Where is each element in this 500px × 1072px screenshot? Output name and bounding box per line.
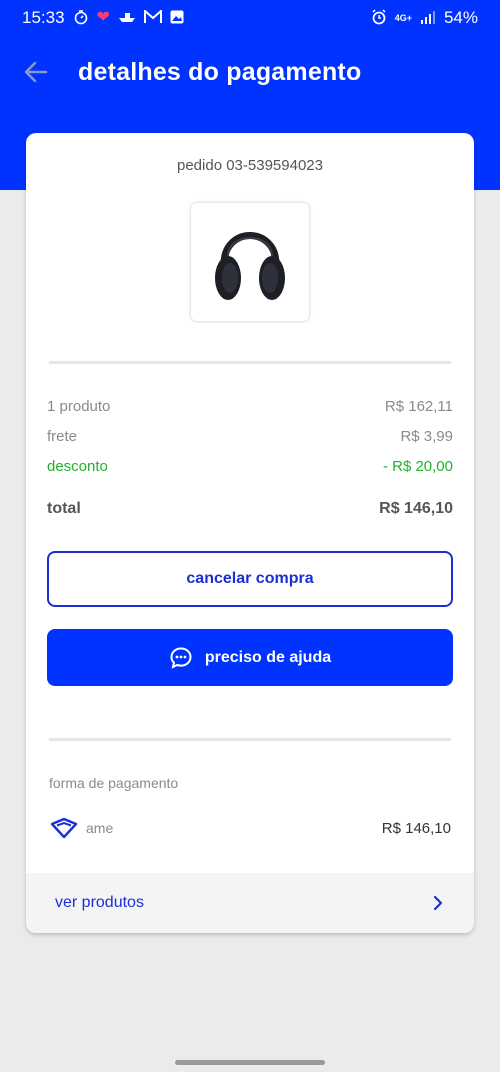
discount-label: desconto bbox=[47, 458, 108, 475]
arrow-left-icon bbox=[24, 61, 48, 83]
products-label: 1 produto bbox=[47, 398, 111, 415]
products-row: 1 produto R$ 162,11 bbox=[47, 398, 453, 415]
total-label: total bbox=[47, 500, 81, 517]
gallery-icon bbox=[170, 10, 184, 26]
discount-row: desconto - R$ 20,00 bbox=[47, 458, 453, 475]
headphones-icon bbox=[215, 232, 285, 300]
payment-section-label: forma de pagamento bbox=[49, 775, 179, 791]
status-bar: 15:33 ❤ 4G+ 54% bbox=[0, 0, 500, 36]
need-help-button[interactable]: preciso de ajuda bbox=[47, 629, 453, 686]
ame-logo-icon bbox=[50, 817, 78, 839]
boat-icon bbox=[118, 11, 136, 25]
shipping-row: frete R$ 3,99 bbox=[47, 428, 453, 445]
total-row: total R$ 146,10 bbox=[47, 500, 453, 518]
payment-method-row: ame R$ 146,10 bbox=[50, 817, 451, 839]
order-details-card: pedido 03-539594023 1 produto R$ 162,11 … bbox=[26, 133, 474, 933]
discount-value: - R$ 20,00 bbox=[382, 458, 453, 475]
alarm-icon bbox=[371, 9, 387, 27]
cancel-purchase-button[interactable]: cancelar compra bbox=[47, 551, 453, 607]
cancel-purchase-label: cancelar compra bbox=[186, 570, 314, 587]
divider bbox=[49, 738, 451, 741]
network-type-icon: 4G+ bbox=[394, 12, 412, 23]
signal-icon bbox=[420, 10, 436, 26]
order-id: pedido 03-539594023 bbox=[177, 157, 323, 174]
chevron-right-icon bbox=[433, 895, 443, 911]
chat-bubble-icon bbox=[170, 646, 192, 669]
divider bbox=[49, 361, 451, 364]
payment-method-name: ame bbox=[86, 820, 114, 836]
back-button[interactable] bbox=[22, 58, 52, 86]
gmail-icon bbox=[143, 8, 162, 26]
battery-level: 54% bbox=[443, 8, 478, 27]
shipping-label: frete bbox=[47, 428, 78, 445]
products-value: R$ 162,11 bbox=[384, 398, 453, 415]
timer-icon bbox=[73, 9, 89, 27]
heart-icon: ❤ bbox=[96, 9, 110, 26]
total-value: R$ 146,10 bbox=[379, 500, 453, 517]
product-image[interactable] bbox=[191, 203, 309, 321]
shipping-value: R$ 3,99 bbox=[400, 428, 453, 445]
payment-amount: R$ 146,10 bbox=[381, 819, 451, 837]
view-products-label: ver produtos bbox=[55, 894, 144, 911]
page-title: detalhes do pagamento bbox=[78, 58, 362, 86]
home-indicator[interactable] bbox=[175, 1060, 325, 1065]
status-time: 15:33 bbox=[22, 8, 65, 27]
view-products-button[interactable]: ver produtos bbox=[26, 873, 474, 933]
need-help-label: preciso de ajuda bbox=[204, 648, 332, 666]
